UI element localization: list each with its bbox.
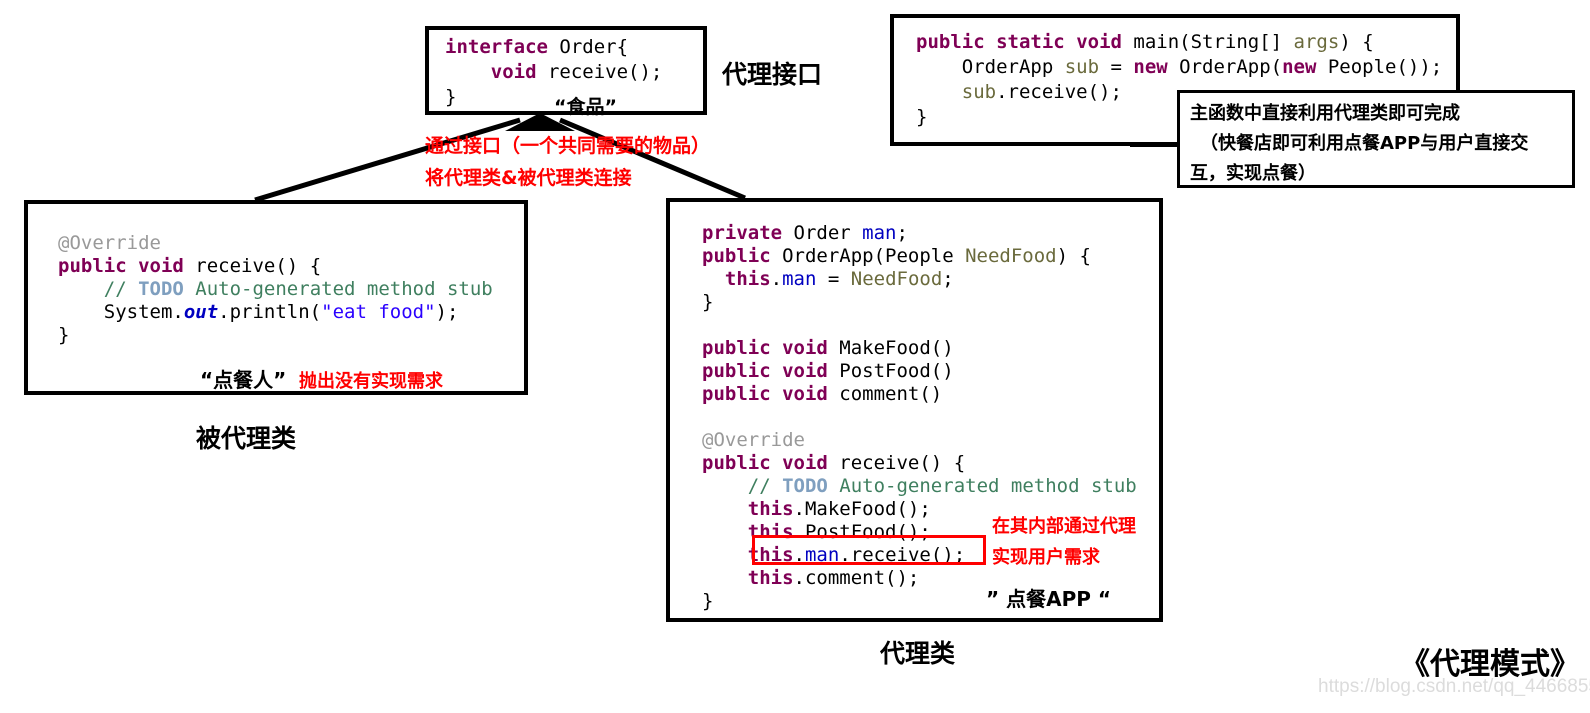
connector-note-line-2: 将代理类&被代理类连接 xyxy=(425,167,632,189)
note-line-2: （快餐店即可利用点餐APP与用户直接交 xyxy=(1200,133,1529,154)
proxy-quote-label: ” 点餐APP “ xyxy=(986,587,1112,611)
interface-side-label: 代理接口 xyxy=(722,60,823,89)
main-method-note-box: 主函数中直接利用代理类即可完成 （快餐店即可利用点餐APP与用户直接交 互，实现… xyxy=(1177,90,1575,188)
subject-code: @Override public void receive() { // TOD… xyxy=(58,232,493,346)
proxy-code-box: private Order man; public OrderApp(Peopl… xyxy=(666,198,1163,622)
connector-note-line-1: 通过接口（一个共同需要的物品） xyxy=(425,135,711,157)
diagram-canvas: interface Order{ void receive(); } “食品” … xyxy=(0,0,1590,713)
highlight-rect-man-receive xyxy=(752,535,986,565)
proxy-red-note-line-1: 在其内部通过代理 xyxy=(992,516,1136,537)
watermark: https://blog.csdn.net/qq_44668555 xyxy=(1318,676,1590,697)
subject-quote-label: “点餐人” xyxy=(200,368,287,392)
subject-code-box: @Override public void receive() { // TOD… xyxy=(24,200,528,395)
note-line-1: 主函数中直接利用代理类即可完成 xyxy=(1190,103,1460,124)
proxy-red-note-line-2: 实现用户需求 xyxy=(992,547,1100,568)
subject-caption: 被代理类 xyxy=(196,424,297,453)
subject-red-note: 抛出没有实现需求 xyxy=(299,371,443,392)
interface-code-box: interface Order{ void receive(); } “食品” xyxy=(425,26,707,118)
interface-quote-label: “食品” xyxy=(554,96,617,118)
note-line-3: 互，实现点餐） xyxy=(1190,163,1316,184)
proxy-caption: 代理类 xyxy=(880,639,956,668)
